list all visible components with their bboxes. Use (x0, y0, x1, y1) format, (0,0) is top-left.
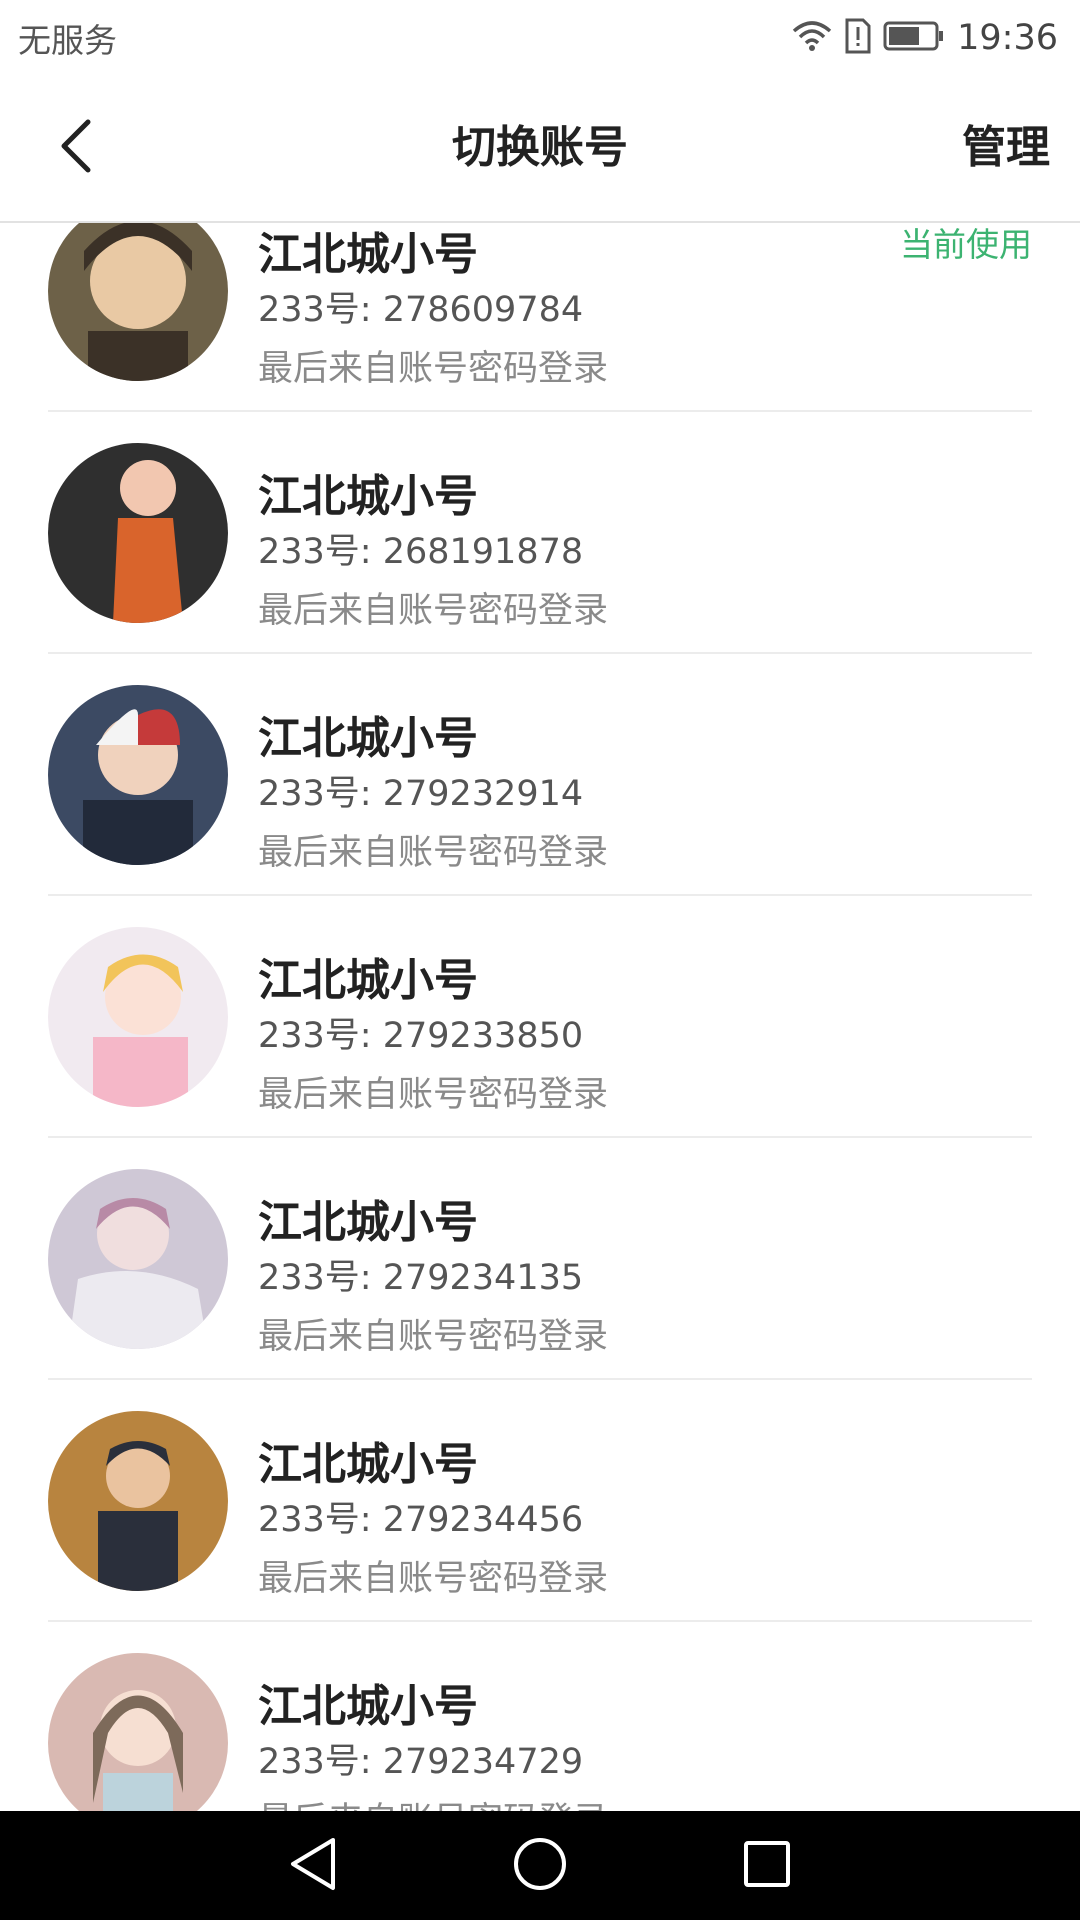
avatar (48, 223, 228, 381)
nav-recent-button[interactable] (722, 1821, 812, 1911)
nav-recent-icon (742, 1839, 792, 1893)
account-login-method: 最后来自账号密码登录 (258, 1075, 609, 1115)
account-login-method: 最后来自账号密码登录 (258, 833, 609, 873)
battery-icon (883, 20, 945, 56)
nav-back-button[interactable] (268, 1821, 358, 1911)
wifi-icon (791, 19, 833, 57)
system-nav-bar (0, 1811, 1080, 1920)
nav-home-button[interactable] (495, 1821, 585, 1911)
nav-home-icon (512, 1836, 568, 1896)
account-list-viewport[interactable]: 江北城小号 当前使用 233号: 278609784 最后来自账号密码登录 江北… (0, 223, 1080, 1811)
account-name: 江北城小号 (258, 471, 478, 522)
avatar (48, 1411, 228, 1591)
nav-back-icon (287, 1836, 339, 1896)
account-item[interactable]: 江北城小号 233号: 268191878 最后来自账号密码登录 (48, 412, 1032, 654)
account-name: 江北城小号 (258, 713, 478, 764)
header-bar: 切换账号 管理 (0, 75, 1080, 223)
avatar (48, 443, 228, 623)
account-item[interactable]: 江北城小号 233号: 279234456 最后来自账号密码登录 (48, 1380, 1032, 1622)
screen: 无服务 19:36 切换账号 管理 江北城小号 当前使用 233号: 27860… (0, 0, 1080, 1920)
account-name: 江北城小号 (258, 1439, 478, 1490)
account-name: 江北城小号 (258, 955, 478, 1006)
account-login-method: 最后来自账号密码登录 (258, 591, 609, 631)
status-time: 19:36 (957, 17, 1058, 58)
account-id: 233号: 278609784 (258, 290, 584, 330)
sim-alert-icon (845, 18, 871, 58)
account-item[interactable]: 江北城小号 当前使用 233号: 278609784 最后来自账号密码登录 (48, 223, 1032, 412)
page-title: 切换账号 (452, 122, 628, 173)
account-item[interactable]: 江北城小号 233号: 279232914 最后来自账号密码登录 (48, 654, 1032, 896)
account-login-method: 最后来自账号密码登录 (258, 1317, 609, 1357)
account-name: 江北城小号 (258, 1197, 478, 1248)
account-login-method: 最后来自账号密码登录 (258, 1559, 609, 1599)
account-id: 233号: 279233850 (258, 1016, 584, 1056)
avatar (48, 927, 228, 1107)
account-name: 江北城小号 (258, 1681, 478, 1732)
status-bar: 无服务 19:36 (0, 0, 1080, 75)
avatar (48, 1169, 228, 1349)
avatar (48, 685, 228, 865)
account-id: 233号: 279234729 (258, 1742, 584, 1782)
current-account-badge: 当前使用 (900, 225, 1032, 264)
carrier-label: 无服务 (18, 20, 117, 60)
account-id: 233号: 268191878 (258, 532, 584, 572)
account-item[interactable]: 江北城小号 233号: 279234729 最后来自账号密码登录 (48, 1622, 1032, 1811)
account-name: 江北城小号 (258, 229, 478, 280)
account-login-method: 最后来自账号密码登录 (258, 349, 609, 389)
status-icons: 19:36 (791, 18, 1058, 58)
account-id: 233号: 279232914 (258, 774, 584, 814)
account-item[interactable]: 江北城小号 233号: 279234135 最后来自账号密码登录 (48, 1138, 1032, 1380)
avatar (48, 1653, 228, 1811)
account-list: 江北城小号 当前使用 233号: 278609784 最后来自账号密码登录 江北… (0, 223, 1080, 1811)
account-login-method: 最后来自账号密码登录 (258, 1792, 608, 1811)
account-id: 233号: 279234456 (258, 1500, 584, 1540)
account-id: 233号: 279234135 (258, 1258, 584, 1298)
account-item[interactable]: 江北城小号 233号: 279233850 最后来自账号密码登录 (48, 896, 1032, 1138)
manage-button[interactable]: 管理 (962, 75, 1050, 221)
